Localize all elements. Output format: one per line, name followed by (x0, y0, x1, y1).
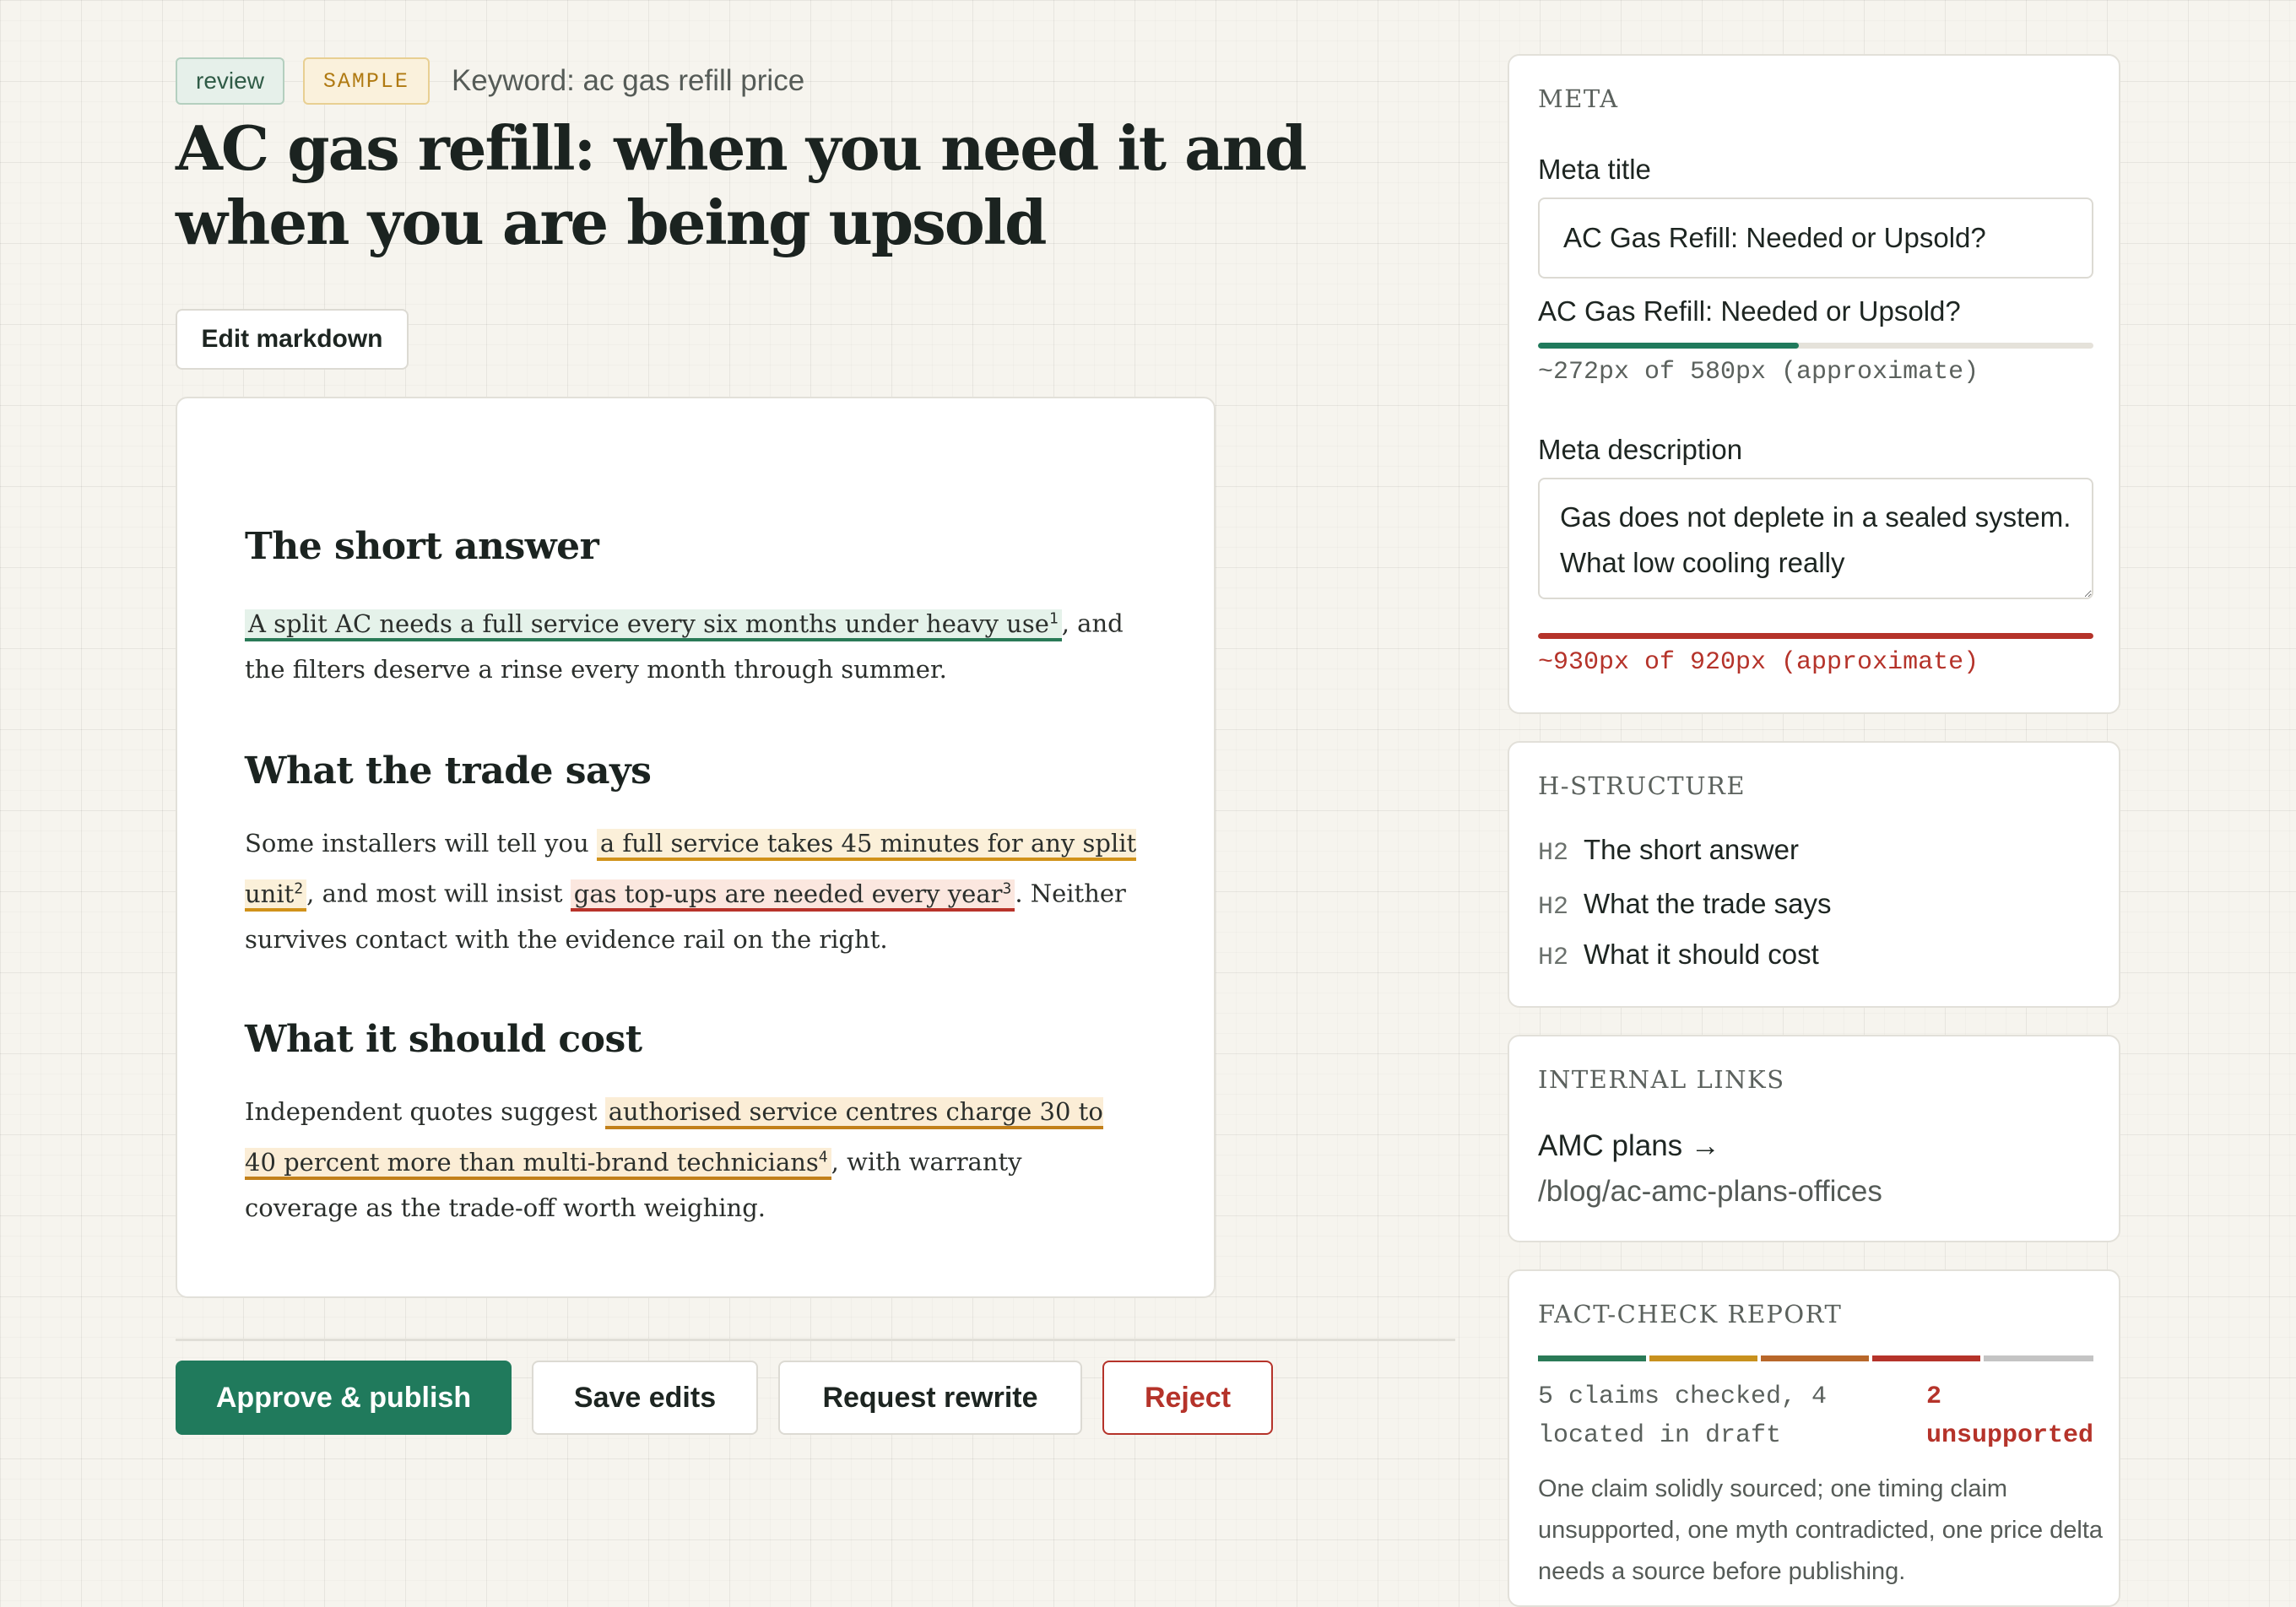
claim-footnote[interactable]: 4 (819, 1148, 828, 1166)
fact-check-note: One claim solidly sourced; one timing cl… (1538, 1475, 2104, 1585)
article-heading: What the trade says (245, 749, 652, 793)
save-edits-button[interactable]: Save edits (532, 1361, 758, 1435)
meta-description-length-bar (1538, 633, 2093, 639)
sample-badge: SAMPLE (302, 57, 430, 105)
meta-title-length-fill (1538, 343, 1799, 349)
heading-text: What it should cost (1584, 939, 1819, 970)
meta-title-measure: ~272px of 580px (approximate) (1538, 358, 1979, 387)
keyword-label: Keyword: ac gas refill price (451, 64, 805, 97)
article-preview: The short answer A split AC needs a full… (176, 397, 1216, 1298)
claim-footnote[interactable]: 2 (294, 879, 303, 897)
claim-highlight[interactable]: gas top-ups are needed every year3 (570, 879, 1015, 912)
meta-title-input[interactable] (1538, 197, 2093, 279)
heading-level: H2 (1538, 893, 1569, 922)
page-title: AC gas refill: when you need it and when… (176, 112, 1307, 258)
header-tag-row: review SAMPLE Keyword: ac gas refill pri… (176, 56, 804, 106)
panel-title: INTERNAL LINKS (1538, 1065, 1785, 1094)
edit-markdown-button[interactable]: Edit markdown (176, 309, 409, 370)
panel-title: META (1538, 84, 1619, 113)
heading-item[interactable]: H2 What the trade says (1538, 888, 1832, 922)
panel-title: FACT-CHECK REPORT (1538, 1300, 1843, 1328)
heading-level: H2 (1538, 944, 1569, 972)
fact-check-panel: FACT-CHECK REPORT 5 claims checked, 4 lo… (1508, 1269, 2120, 1607)
claim-footnote[interactable]: 1 (1049, 609, 1059, 627)
article-heading: The short answer (245, 525, 599, 568)
internal-link-text[interactable]: AMC plans → (1538, 1129, 1720, 1163)
article-paragraph: Independent quotes suggest authorised se… (245, 1097, 1103, 1222)
claim-footnote[interactable]: 3 (1002, 879, 1011, 897)
h-structure-panel: H-STRUCTURE H2 The short answer H2 What th… (1508, 741, 2120, 1008)
segment-supported (1538, 1355, 1646, 1361)
segment-contradicted (1872, 1355, 1980, 1361)
internal-link-path[interactable]: /blog/ac-amc-plans-offices (1538, 1175, 1882, 1209)
heading-level: H2 (1538, 839, 1569, 868)
status-badge: review (176, 57, 284, 105)
claim-highlight[interactable]: A split AC needs a full service every si… (245, 609, 1062, 641)
segment-timing (1649, 1355, 1757, 1361)
actions-divider (176, 1339, 1455, 1341)
meta-title-length-bar (1538, 343, 2093, 349)
article-paragraph: Some installers will tell you a full ser… (245, 829, 1137, 954)
request-rewrite-button[interactable]: Request rewrite (778, 1361, 1082, 1435)
fact-check-summary: 5 claims checked, 4 located in draft (1538, 1382, 1828, 1450)
heading-item[interactable]: H2 The short answer (1538, 834, 1799, 868)
article-paragraph: A split AC needs a full service every si… (245, 609, 1124, 684)
reject-button[interactable]: Reject (1102, 1361, 1273, 1435)
meta-description-input[interactable]: Gas does not deplete in a sealed system.… (1538, 478, 2093, 599)
meta-description-label: Meta description (1538, 434, 1743, 465)
segment-unchecked (1984, 1355, 2093, 1361)
internal-links-panel: INTERNAL LINKS AMC plans → /blog/ac-amc-… (1508, 1035, 2120, 1242)
meta-description-measure: ~930px of 920px (approximate) (1538, 648, 1979, 677)
article-heading: What it should cost (245, 1018, 642, 1061)
meta-title-preview: AC Gas Refill: Needed or Upsold? (1538, 295, 1961, 327)
meta-panel: META Meta title AC Gas Refill: Needed or… (1508, 54, 2120, 714)
meta-description-length-fill (1538, 633, 2093, 639)
unsupported-count: 2 unsupported (1926, 1382, 2094, 1450)
heading-text: What the trade says (1584, 888, 1832, 919)
segment-price (1761, 1355, 1869, 1361)
heading-item[interactable]: H2 What it should cost (1538, 939, 1819, 972)
heading-text: The short answer (1584, 834, 1799, 865)
meta-title-label: Meta title (1538, 154, 1651, 185)
panel-title: H-STRUCTURE (1538, 771, 1746, 800)
approve-publish-button[interactable]: Approve & publish (176, 1361, 512, 1435)
